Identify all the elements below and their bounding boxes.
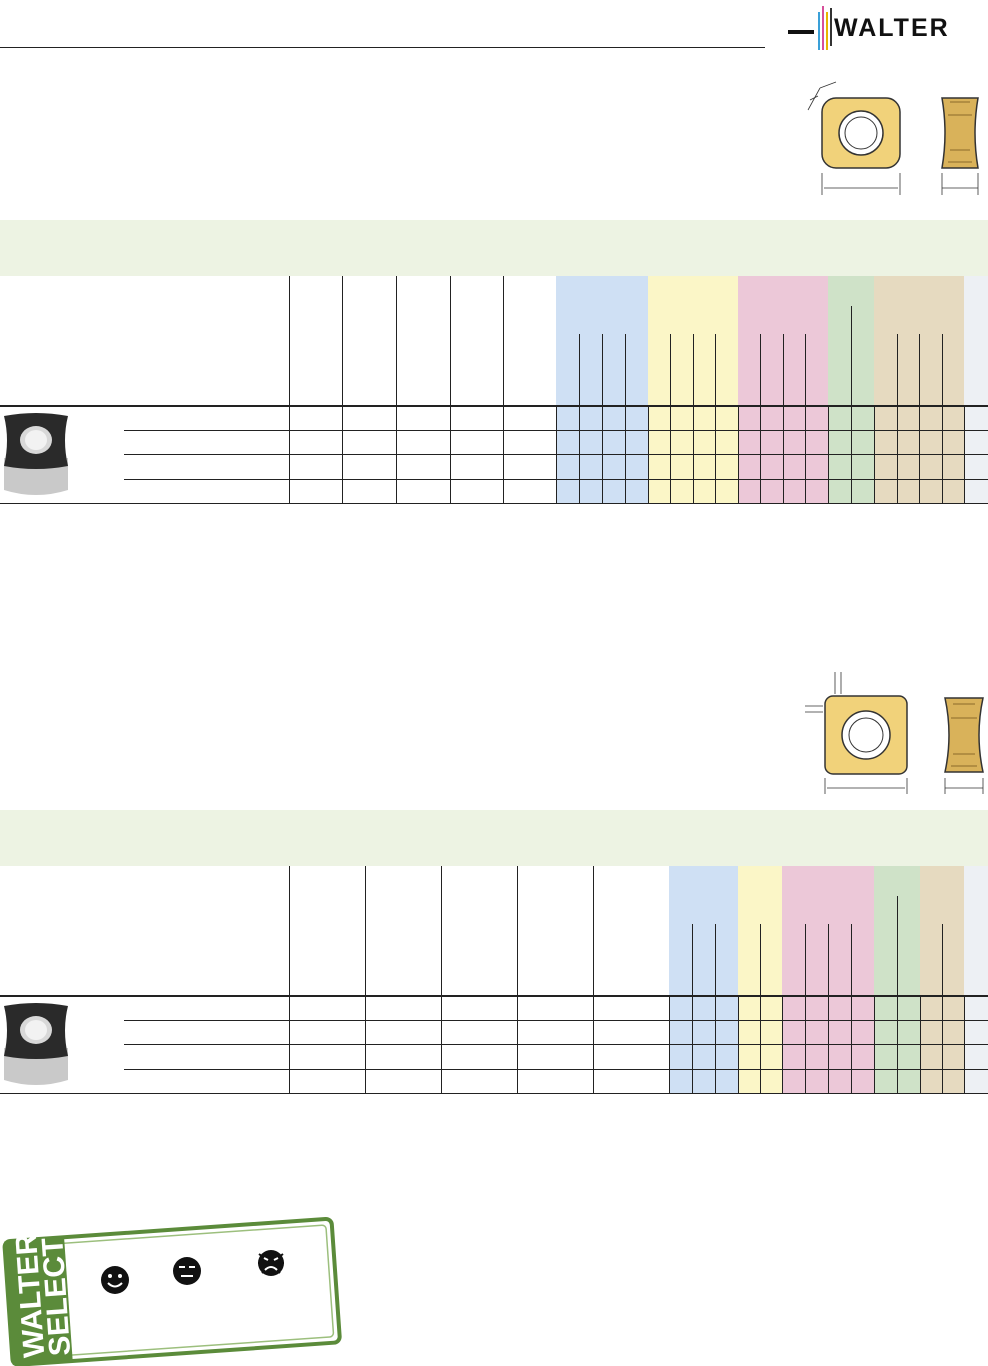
header-divider (503, 276, 504, 504)
header-divider (441, 866, 442, 1094)
sub-divider (874, 996, 875, 1094)
sub-divider (738, 996, 739, 1094)
header-divider (396, 276, 397, 504)
sad-face-icon (258, 1250, 284, 1276)
table-row (124, 1069, 988, 1070)
sub-divider (828, 406, 829, 504)
sub-divider (964, 996, 965, 1094)
sub-divider (782, 996, 783, 1094)
header-divider (669, 996, 670, 1094)
sub-divider (648, 406, 649, 504)
insert-photo (4, 1003, 68, 1085)
sub-divider (874, 406, 875, 504)
logo-wordmark: WALTER (834, 14, 950, 42)
logo-stripe (830, 8, 832, 46)
insert-photo (4, 413, 68, 495)
header-divider (450, 276, 451, 504)
header-bottom-rule (0, 995, 988, 997)
insert-side-view (941, 97, 979, 195)
neutral-face-icon (173, 1257, 201, 1285)
table-row (124, 454, 988, 455)
group-H-column (964, 276, 988, 504)
logo-stripe (822, 6, 824, 50)
insert-side-view (944, 697, 984, 794)
header-rule (0, 47, 765, 48)
sub-divider (738, 406, 739, 504)
header-divider (342, 276, 343, 504)
section-header-band (0, 810, 988, 866)
table-row (124, 1020, 988, 1021)
insert-table-2 (0, 866, 988, 1094)
sub-divider (920, 996, 921, 1094)
header-divider (289, 866, 290, 1094)
logo-dash (788, 30, 814, 34)
table-bottom-rule (0, 503, 988, 504)
table-row (124, 430, 988, 431)
header-divider (517, 866, 518, 1094)
header-divider (593, 866, 594, 1094)
table-row (124, 479, 988, 480)
happy-face-icon (101, 1266, 129, 1294)
section-header-band (0, 220, 988, 276)
insert-drawing-bottom (805, 672, 984, 794)
header-divider (556, 406, 557, 504)
sub-divider (964, 406, 965, 504)
header-divider (365, 866, 366, 1094)
walter-logo: WALTER (788, 6, 988, 50)
insert-drawing-top (807, 81, 979, 195)
insert-top-view (805, 672, 908, 794)
insert-table-1 (0, 276, 988, 504)
table-row (124, 1044, 988, 1045)
group-P-column (669, 866, 738, 1094)
header-divider (289, 276, 290, 504)
header-bottom-rule (0, 405, 988, 407)
logo-stripe (818, 12, 820, 50)
group-H-column (964, 866, 988, 1094)
insert-top-view (807, 81, 901, 195)
table-bottom-rule (0, 1093, 988, 1094)
logo-stripe (826, 12, 828, 50)
